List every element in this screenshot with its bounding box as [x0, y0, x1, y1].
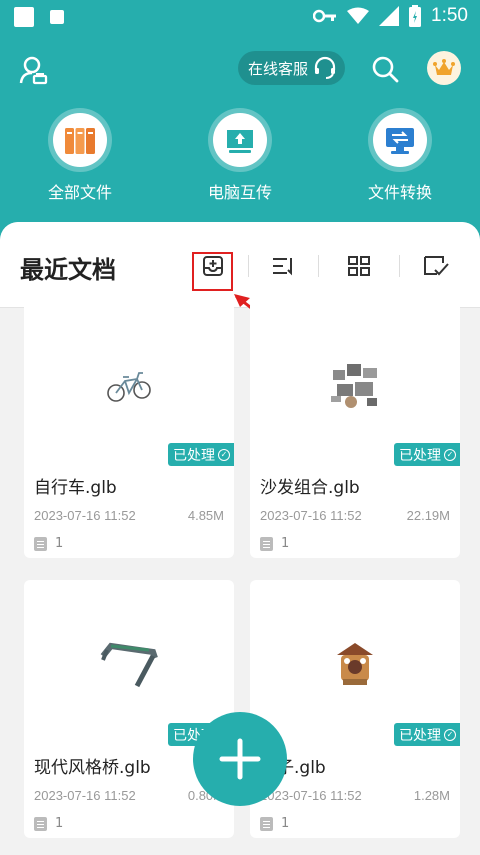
check-icon: ✓ [444, 448, 456, 461]
check-icon: ✓ [218, 448, 230, 461]
divider [248, 255, 249, 277]
signal-icon [379, 6, 400, 26]
file-size: 22.19M [406, 508, 450, 523]
page-count: 1 [34, 816, 63, 831]
convert-icon [386, 128, 414, 154]
badge-label: 已处理 [399, 447, 441, 464]
clock: 1:50 [431, 5, 468, 26]
document-icon [34, 536, 47, 551]
quick-action-convert[interactable]: 文件转换 [340, 113, 460, 203]
file-size: 1.28M [413, 788, 450, 803]
vip-button[interactable] [427, 51, 461, 85]
quick-action-all-files[interactable]: 全部文件 [20, 113, 140, 203]
sort-icon [273, 258, 292, 276]
quick-action-label: 电脑互传 [207, 183, 272, 202]
badge-label: 已处理 [399, 727, 441, 744]
sofa-set-icon [331, 364, 377, 408]
quick-action-label: 全部文件 [47, 183, 112, 202]
online-service-label: 在线客服 [248, 59, 309, 78]
page-count: 1 [34, 536, 63, 551]
page-count-value: 1 [55, 536, 64, 551]
online-service-button[interactable]: 在线客服 [238, 51, 345, 85]
badge-label: 已处理 [173, 447, 215, 464]
page-count: 1 [260, 816, 289, 831]
status-bar: 1:50 [0, 0, 480, 34]
page-count-value: 1 [281, 536, 290, 551]
page-count-value: 1 [55, 816, 64, 831]
headset-icon [314, 56, 336, 79]
document-icon [260, 816, 273, 831]
file-date: 2023-07-16 11:52 [34, 508, 136, 523]
page-count-value: 1 [281, 816, 290, 831]
check-icon: ✓ [444, 728, 456, 741]
file-size: 4.85M [187, 508, 224, 523]
document-icon [34, 816, 47, 831]
processed-badge: 已处理✓ [168, 443, 234, 466]
file-card[interactable]: 已处理 ✓ 自行车.glb 2023-07-16 11:52 4.85M 1 [24, 300, 234, 558]
folders-icon [65, 128, 95, 154]
pc-transfer-icon [227, 130, 253, 153]
file-name: 现代风格桥.glb [34, 758, 151, 778]
grid-view-button[interactable] [344, 251, 374, 281]
quick-action-label: 文件转换 [367, 183, 432, 202]
file-date: 2023-07-16 11:52 [260, 508, 362, 523]
sort-button[interactable] [268, 251, 298, 281]
processed-badge: 已处理✓ [394, 443, 460, 466]
search-icon[interactable] [370, 54, 400, 84]
divider [399, 255, 400, 277]
file-card[interactable]: 已处理 ✓ 亭子.glb 2023-07-16 11:52 1.28M 1 [250, 580, 460, 838]
crown-icon [433, 59, 455, 75]
page-count: 1 [260, 536, 289, 551]
highlight-box [192, 252, 233, 291]
divider [318, 255, 319, 277]
bicycle-icon [107, 372, 151, 402]
select-button[interactable] [421, 251, 451, 281]
pavilion-icon [337, 643, 373, 685]
file-name: 沙发组合.glb [260, 478, 360, 498]
add-file-button[interactable] [193, 712, 287, 806]
recent-documents-title: 最近文档 [20, 256, 116, 284]
processed-badge: 已处理✓ [394, 723, 460, 746]
notification-icon [50, 10, 64, 24]
file-date: 2023-07-16 11:52 [260, 788, 362, 803]
wifi-icon [347, 7, 370, 24]
user-icon[interactable] [18, 54, 50, 86]
plus-icon [219, 738, 261, 780]
file-date: 2023-07-16 11:52 [34, 788, 136, 803]
file-name: 自行车.glb [34, 478, 117, 498]
bridge-icon [100, 642, 158, 688]
quick-action-pc-transfer[interactable]: 电脑互传 [180, 113, 300, 203]
battery-icon [409, 5, 422, 27]
file-card[interactable]: 已处理✓ 现代风格桥.glb 2023-07-16 11:52 0.80M 1 [24, 580, 234, 838]
edit-select-icon [424, 256, 449, 276]
document-icon [260, 536, 273, 551]
key-icon [313, 9, 337, 23]
grid-icon [348, 256, 370, 276]
notification-icon [14, 7, 34, 27]
file-card[interactable]: 已处理 ✓ 沙发组合.glb 2023-07-16 11:52 22.19M 1 [250, 300, 460, 558]
